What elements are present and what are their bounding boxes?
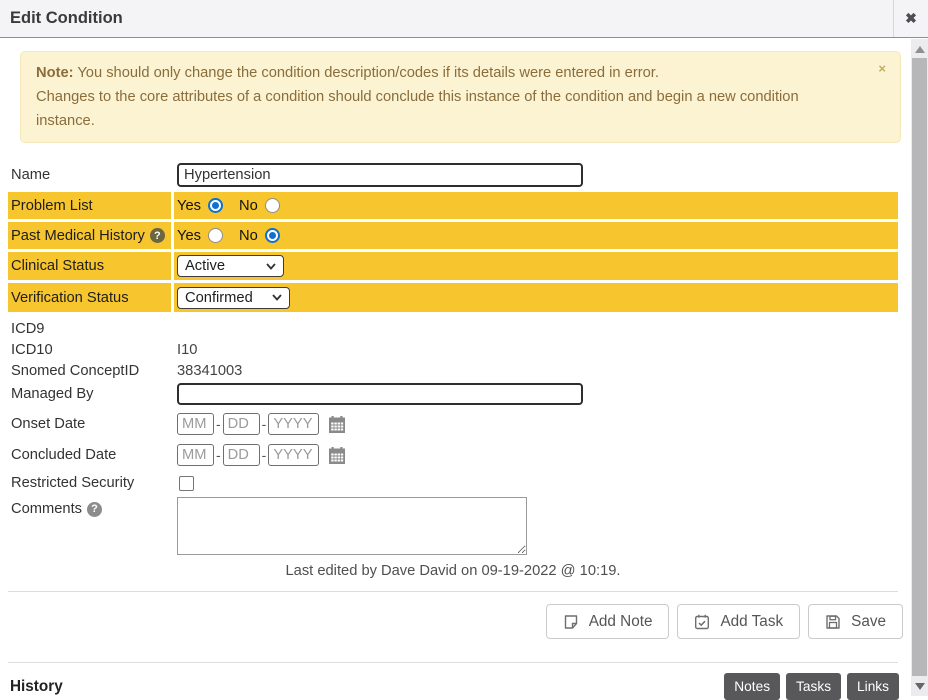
comments-label: Comments (11, 501, 82, 517)
restricted-security-checkbox[interactable] (179, 476, 194, 491)
pmh-yes-radio[interactable] (208, 228, 223, 243)
onset-date-label: Onset Date (11, 416, 85, 432)
date-separator: - (216, 416, 221, 432)
problem-list-row: Problem List Yes No (8, 192, 898, 219)
comments-textarea[interactable] (177, 497, 527, 555)
comments-row: Comments ? (8, 497, 898, 555)
calendar-icon[interactable] (328, 447, 346, 464)
managed-by-row: Managed By (8, 381, 898, 406)
verification-status-select[interactable]: Confirmed (177, 287, 290, 309)
help-icon[interactable]: ? (87, 502, 102, 517)
snomed-value: 38341003 (177, 363, 242, 379)
clinical-status-label: Clinical Status (11, 258, 104, 274)
onset-month-input[interactable] (177, 413, 214, 435)
concluded-year-input[interactable] (268, 444, 319, 466)
concluded-date-label: Concluded Date (11, 447, 116, 463)
dialog-header: Edit Condition ✖ (0, 0, 928, 38)
pmh-no-label: No (239, 228, 258, 244)
history-heading: History (10, 678, 63, 696)
add-task-label: Add Task (720, 613, 783, 631)
dialog-title: Edit Condition (10, 9, 893, 28)
note-banner: Note: You should only change the conditi… (20, 51, 901, 143)
restricted-security-label: Restricted Security (11, 475, 134, 491)
managed-by-input[interactable] (177, 383, 583, 405)
add-task-button[interactable]: Add Task (677, 604, 800, 639)
help-icon[interactable]: ? (150, 228, 165, 243)
date-separator: - (262, 416, 267, 432)
chevron-down-icon (272, 294, 282, 301)
past-medical-history-label: Past Medical History (11, 228, 145, 244)
verification-status-row: Verification Status Confirmed (8, 283, 898, 312)
snomed-label: Snomed ConceptID (11, 363, 139, 379)
dialog-body: Note: You should only change the conditi… (0, 39, 911, 700)
problem-list-no-radio[interactable] (265, 198, 280, 213)
restricted-security-row: Restricted Security (8, 472, 898, 494)
problem-list-yes-label: Yes (177, 198, 201, 214)
note-banner-label: Note: (36, 65, 74, 81)
onset-day-input[interactable] (223, 413, 260, 435)
save-label: Save (851, 613, 886, 631)
last-edited-text: Last edited by Dave David on 09-19-2022 … (8, 563, 898, 579)
scrollbar-thumb[interactable] (912, 58, 927, 676)
chevron-down-icon (266, 263, 276, 270)
divider (8, 591, 898, 592)
icd9-row: ICD9 (8, 318, 898, 339)
concluded-month-input[interactable] (177, 444, 214, 466)
add-note-button[interactable]: Add Note (546, 604, 670, 639)
calendar-icon[interactable] (328, 416, 346, 433)
scroll-down-arrow-icon[interactable] (915, 683, 925, 690)
action-button-row: Add Note Add Task Save (0, 604, 903, 639)
pmh-no-radio[interactable] (265, 228, 280, 243)
clinical-status-value: Active (185, 258, 225, 274)
calendar-check-icon (694, 614, 710, 630)
close-icon: ✖ (905, 10, 917, 27)
icd10-label: ICD10 (11, 342, 53, 358)
icd9-label: ICD9 (11, 321, 44, 337)
note-icon (563, 614, 579, 630)
snomed-row: Snomed ConceptID 38341003 (8, 360, 898, 381)
dialog-close-button[interactable]: ✖ (893, 0, 928, 37)
problem-list-yes-radio[interactable] (208, 198, 223, 213)
problem-list-no-label: No (239, 198, 258, 214)
clinical-status-row: Clinical Status Active (8, 252, 898, 280)
date-separator: - (216, 447, 221, 463)
concluded-date-row: Concluded Date - - (8, 441, 898, 469)
banner-dismiss-icon[interactable]: × (878, 62, 886, 75)
name-row: Name (8, 160, 898, 189)
add-note-label: Add Note (589, 613, 653, 631)
clinical-status-select[interactable]: Active (177, 255, 284, 277)
note-banner-text: Note: You should only change the conditi… (36, 65, 799, 129)
icd10-row: ICD10 I10 (8, 339, 898, 360)
name-input[interactable] (177, 163, 583, 187)
problem-list-label: Problem List (11, 198, 93, 214)
verification-status-value: Confirmed (185, 290, 253, 306)
date-separator: - (262, 447, 267, 463)
save-icon (825, 614, 841, 630)
concluded-day-input[interactable] (223, 444, 260, 466)
managed-by-label: Managed By (11, 386, 93, 402)
save-button[interactable]: Save (808, 604, 903, 639)
vertical-scrollbar[interactable] (911, 39, 928, 696)
icd10-value: I10 (177, 342, 197, 358)
onset-date-row: Onset Date - - (8, 410, 898, 438)
onset-year-input[interactable] (268, 413, 319, 435)
note-banner-line1: You should only change the condition des… (74, 65, 659, 81)
verification-status-label: Verification Status (11, 290, 129, 306)
name-label: Name (11, 167, 50, 183)
pmh-yes-label: Yes (177, 228, 201, 244)
divider (8, 662, 898, 663)
scroll-up-arrow-icon[interactable] (915, 46, 925, 53)
note-banner-line2: Changes to the core attributes of a cond… (36, 89, 799, 129)
past-medical-history-row: Past Medical History ? Yes No (8, 222, 898, 249)
condition-form: Name Problem List Yes No Past Medical Hi… (8, 160, 898, 579)
